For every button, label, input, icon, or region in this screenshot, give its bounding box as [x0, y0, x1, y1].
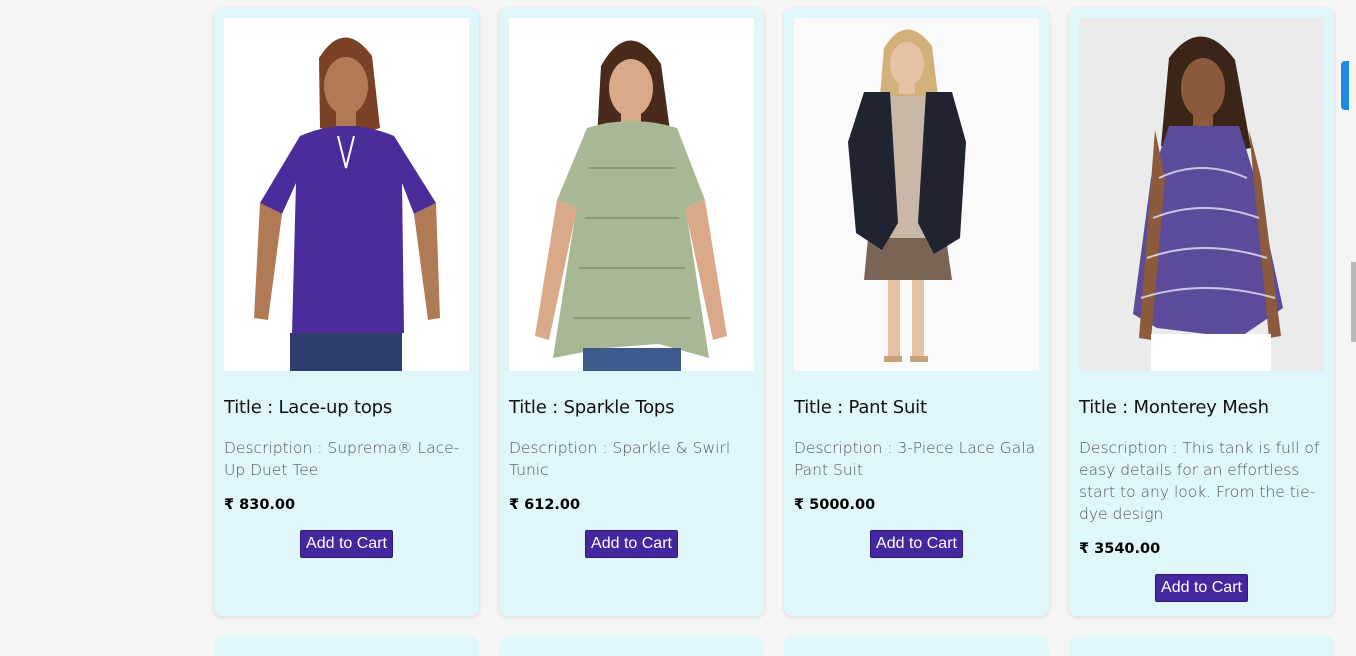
product-card: Title : Lace-up tops Description : Supre… [214, 8, 479, 616]
product-card: Title : Sparkle Tops Description : Spark… [499, 8, 764, 616]
scrollbar-thumb[interactable] [1351, 262, 1356, 342]
product-image [509, 18, 754, 371]
product-price: ₹ 5000.00 [794, 497, 876, 513]
product-description: Description : 3-Piece Lace Gala Pant Sui… [794, 439, 1036, 479]
product-description: Description : Suprema® Lace-Up Duet Tee [224, 439, 460, 479]
product-card-next-row [784, 636, 1049, 656]
add-to-cart-button[interactable]: Add to Cart [300, 530, 393, 558]
product-description: Description : Sparkle & Swirl Tunic [509, 439, 731, 479]
product-card-next-row [214, 636, 479, 656]
product-image [1079, 18, 1324, 371]
product-card: Title : Monterey Mesh Description : This… [1069, 8, 1334, 616]
add-to-cart-button[interactable]: Add to Cart [585, 530, 678, 558]
add-to-cart-button[interactable]: Add to Cart [870, 530, 963, 558]
product-title: Title : Pant Suit [794, 397, 927, 418]
product-title: Title : Sparkle Tops [509, 397, 675, 418]
product-price: ₹ 3540.00 [1079, 541, 1161, 557]
product-card-next-row [499, 636, 764, 656]
product-title: Title : Lace-up tops [224, 397, 393, 418]
product-price: ₹ 830.00 [224, 497, 296, 513]
product-image [224, 18, 469, 371]
side-scroll-tab[interactable] [1341, 61, 1349, 110]
add-to-cart-button[interactable]: Add to Cart [1155, 574, 1248, 602]
product-card-next-row [1069, 636, 1334, 656]
product-title: Title : Monterey Mesh [1079, 397, 1269, 418]
product-description: Description : This tank is full of easy … [1079, 439, 1320, 523]
product-price: ₹ 612.00 [509, 497, 581, 513]
product-card: Title : Pant Suit Description : 3-Piece … [784, 8, 1049, 616]
product-image [794, 18, 1039, 371]
